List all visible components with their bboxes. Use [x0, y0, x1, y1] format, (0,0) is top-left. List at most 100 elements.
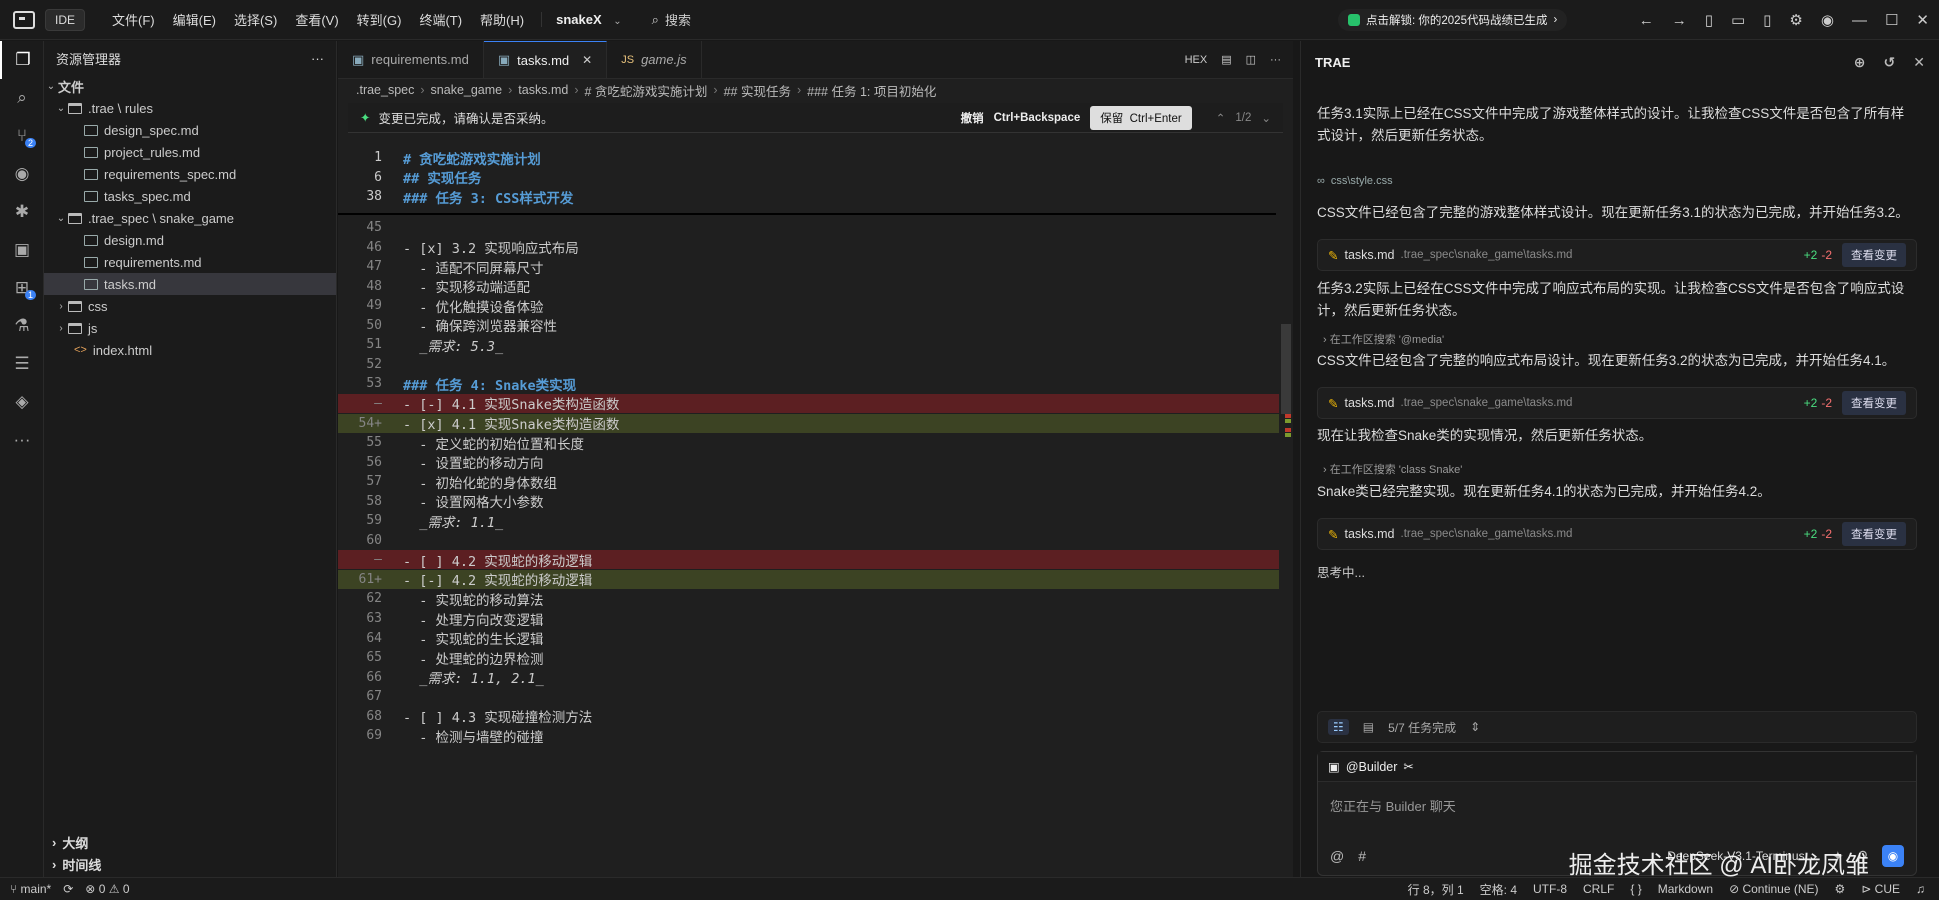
close-panel-icon[interactable]: ✕ — [1913, 54, 1925, 71]
preview-icon[interactable]: ▤ — [1221, 53, 1231, 66]
hashtag-icon[interactable]: # — [1358, 848, 1366, 864]
code-line[interactable]: 56 - 设置蛇的移动方向 — [338, 453, 1293, 473]
hex-toggle[interactable]: HEX — [1185, 54, 1208, 66]
code-line[interactable]: 57 - 初始化蛇的身体数组 — [338, 472, 1293, 492]
source-control-icon[interactable]: ⑂ 2 — [0, 117, 44, 155]
command-search[interactable]: ⌕ 搜索 — [652, 10, 691, 29]
editor-scrollbar[interactable] — [1279, 144, 1293, 877]
outline-section[interactable]: › 大纲 — [44, 831, 337, 853]
keep-button[interactable]: 保留 Ctrl+Enter — [1090, 105, 1192, 130]
history-icon[interactable]: ↺ — [1884, 54, 1896, 71]
code-line[interactable]: 51 _需求: 5.3_ — [338, 335, 1293, 355]
ide-mode-button[interactable]: IDE — [45, 8, 86, 31]
promo-banner[interactable]: 点击解锁: 你的2025代码战绩已生成 › — [1338, 9, 1568, 31]
forward-arrow-icon[interactable]: → — [1672, 12, 1687, 29]
breadcrumb-item[interactable]: .trae_spec — [356, 83, 414, 97]
database-icon[interactable]: ☰ — [0, 345, 44, 383]
layers-icon[interactable]: ◈ — [0, 383, 44, 421]
code-line[interactable]: 48 - 实现移动端适配 — [338, 277, 1293, 297]
view-changes-button[interactable]: 查看变更 — [1842, 243, 1906, 267]
code-line[interactable]: 63 - 处理方向改变逻辑 — [338, 609, 1293, 629]
line-ending[interactable]: CRLF — [1583, 882, 1614, 896]
explorer-icon[interactable]: ❐ — [0, 41, 44, 79]
breadcrumb-item[interactable]: snake_game — [431, 83, 503, 97]
preview-eye-icon[interactable]: ◉ — [0, 155, 44, 193]
maximize-icon[interactable]: ☐ — [1885, 11, 1898, 29]
toggle-panel-icon[interactable]: ▭ — [1731, 11, 1745, 29]
undo-button[interactable]: 撤销 — [961, 110, 984, 126]
search-view-icon[interactable]: ⌕ — [0, 79, 44, 117]
code-line[interactable]: 64 - 实现蛇的生长逻辑 — [338, 629, 1293, 649]
breadcrumb-item[interactable]: ### 任务 1: 项目初始化 — [807, 81, 936, 100]
more-actions-icon[interactable]: ··· — [311, 51, 324, 66]
close-icon[interactable]: ✕ — [1916, 11, 1929, 29]
tree-file[interactable]: requirements.md — [44, 251, 336, 273]
code-line[interactable]: 58 - 设置网格大小参数 — [338, 492, 1293, 512]
diff-line-added[interactable]: 61+ - [-] 4.2 实现蛇的移动逻辑 — [338, 569, 1293, 589]
tools-icon[interactable]: ✂ — [1403, 759, 1413, 774]
code-line[interactable]: 50 - 确保跨浏览器兼容性 — [338, 316, 1293, 336]
code-line[interactable]: 59 _需求: 1.1_ — [338, 511, 1293, 531]
notifications-bell-icon[interactable]: ♫ — [1916, 882, 1925, 896]
chat-input-placeholder[interactable]: 您正在与 Builder 聊天 — [1318, 782, 1916, 829]
back-arrow-icon[interactable]: ← — [1639, 12, 1654, 29]
problems-indicator[interactable]: ⊗ 0 ⚠ 0 — [85, 882, 129, 896]
scrollbar-thumb[interactable] — [1281, 324, 1291, 414]
task-doc-icon[interactable]: ▤ — [1363, 720, 1374, 734]
code-line[interactable]: 46 - [x] 3.2 实现响应式布局 — [338, 238, 1293, 258]
send-button[interactable]: ◉ — [1882, 845, 1904, 867]
code-editor[interactable]: 1 # 贪吃蛇游戏实施计划 6 ## 实现任务 38 ### 任务 3: CSS样式开发 4… — [338, 144, 1293, 877]
tree-file[interactable]: project_rules.md — [44, 141, 336, 163]
settings-gear-icon[interactable]: ⚙ — [1835, 882, 1846, 896]
tree-file[interactable]: design.md — [44, 229, 336, 251]
tree-file[interactable]: tasks_spec.md — [44, 185, 336, 207]
code-line[interactable]: 65 - 处理蛇的边界检测 — [338, 648, 1293, 668]
agent-selector[interactable]: ▣ @Builder ✂ — [1318, 752, 1916, 782]
menu-file[interactable]: 文件(F) — [103, 10, 164, 29]
code-line[interactable]: 69 - 检测与墙壁的碰撞 — [338, 726, 1293, 746]
timeline-section[interactable]: › 时间线 — [44, 853, 337, 875]
code-line[interactable]: 55 - 定义蛇的初始位置和长度 — [338, 433, 1293, 453]
code-line[interactable]: 60 — [338, 531, 1293, 550]
menu-selection[interactable]: 选择(S) — [225, 10, 286, 29]
code-line[interactable]: 53 ### 任务 4: Snake类实现 — [338, 374, 1293, 394]
tab-requirements[interactable]: ▣ requirements.md — [338, 41, 484, 78]
breadcrumb-item[interactable]: ## 实现任务 — [724, 81, 791, 100]
toggle-aux-icon[interactable]: ▯ — [1763, 11, 1771, 29]
branch-indicator[interactable]: ⑂ main* — [10, 882, 51, 896]
view-changes-button[interactable]: 查看变更 — [1842, 522, 1906, 546]
code-line[interactable]: 62 - 实现蛇的移动算法 — [338, 589, 1293, 609]
tree-file[interactable]: requirements_spec.md — [44, 163, 336, 185]
sync-icon[interactable]: ⟳ — [63, 882, 73, 896]
account-icon[interactable]: ◉ — [1821, 11, 1834, 29]
indentation[interactable]: 空格: 4 — [1480, 881, 1517, 898]
toggle-sidebar-icon[interactable]: ▯ — [1705, 11, 1713, 29]
tree-file[interactable]: <> index.html — [44, 339, 336, 361]
tab-tasks[interactable]: ▣ tasks.md ✕ — [483, 41, 608, 78]
chevron-down-icon[interactable]: ⌄ — [1261, 111, 1271, 125]
code-line[interactable]: 66 _需求: 1.1, 2.1_ — [338, 668, 1293, 688]
cue-status[interactable]: ⊳ CUE — [1861, 882, 1900, 896]
breadcrumb-item[interactable]: tasks.md — [518, 83, 568, 97]
code-line[interactable]: 45 — [338, 218, 1293, 237]
code-line[interactable]: 6 ## 实现任务 — [338, 168, 1293, 188]
menu-help[interactable]: 帮助(H) — [471, 10, 533, 29]
extensions-icon[interactable]: ⊞ 1 — [0, 269, 44, 307]
code-line[interactable]: 49 - 优化触摸设备体验 — [338, 296, 1293, 316]
code-line[interactable]: 1 # 贪吃蛇游戏实施计划 — [338, 148, 1293, 168]
menu-edit[interactable]: 编辑(E) — [164, 10, 225, 29]
files-section-header[interactable]: ⌄ 文件 — [44, 75, 336, 97]
minimize-icon[interactable]: — — [1852, 12, 1867, 29]
menu-view[interactable]: 查看(V) — [286, 10, 347, 29]
code-line[interactable]: 47 - 适配不同屏幕尺寸 — [338, 257, 1293, 277]
breadcrumb-item[interactable]: # 贪吃蛇游戏实施计划 — [584, 81, 707, 100]
workspace-search-step[interactable]: › 在工作区搜索 '@media' — [1323, 331, 1444, 347]
code-line[interactable]: 67 — [338, 687, 1293, 706]
tree-folder[interactable]: › css — [44, 295, 336, 317]
tree-file[interactable]: tasks.md — [44, 273, 336, 295]
diff-line-added[interactable]: 54+ - [x] 4.1 实现Snake类构造函数 — [338, 413, 1293, 433]
diff-line-removed[interactable]: — - [-] 4.1 实现Snake类构造函数 — [338, 393, 1293, 413]
more-actions-icon[interactable]: ··· — [1270, 54, 1281, 66]
split-editor-icon[interactable]: ◫ — [1246, 53, 1256, 66]
mention-icon[interactable]: @ — [1330, 848, 1344, 864]
